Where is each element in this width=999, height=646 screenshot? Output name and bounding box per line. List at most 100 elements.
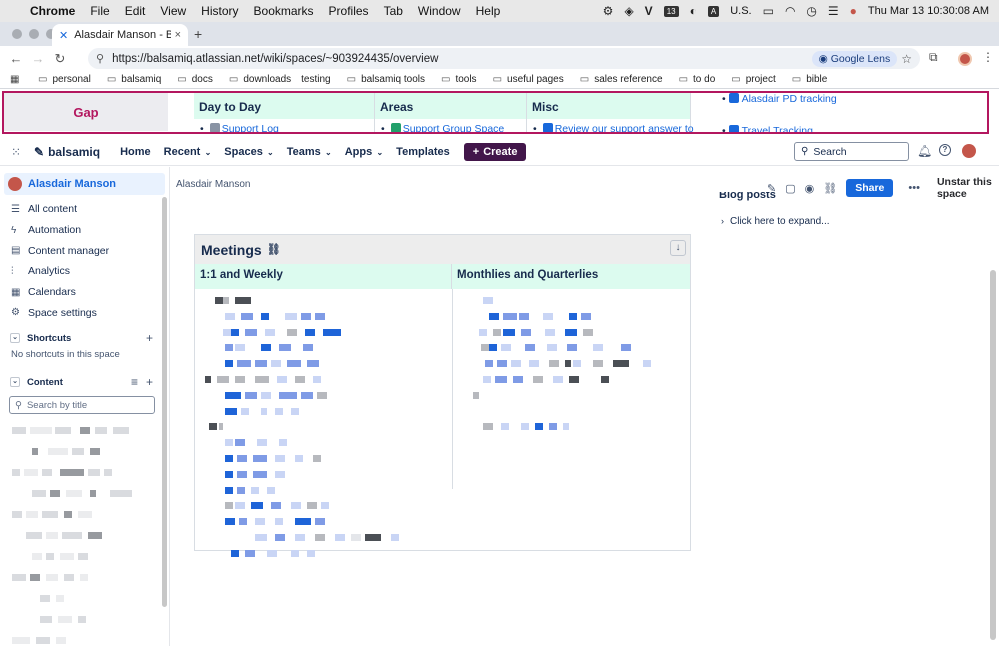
bookmark-star-icon[interactable]: ☆ <box>901 52 912 66</box>
breadcrumb[interactable]: Alasdair Manson <box>176 179 250 190</box>
share-button[interactable]: Share <box>846 179 894 197</box>
apps-grid-icon[interactable]: ▦ <box>10 74 22 85</box>
sidebar-item-2[interactable]: ▤ Content manager <box>0 240 169 261</box>
close-tab-icon[interactable]: × <box>175 29 181 41</box>
download-icon[interactable]: ↓ <box>670 240 686 256</box>
global-search-input[interactable]: ⚲ Search <box>794 142 909 161</box>
gear-icon[interactable]: ⚙ <box>603 4 614 18</box>
bookmark-7[interactable]: ▭ useful pages <box>493 74 564 85</box>
topnav-item-3[interactable]: Teams ⌄ <box>287 146 332 158</box>
menu-edit[interactable]: Edit <box>125 4 146 18</box>
menu-app-name[interactable]: Chrome <box>30 4 75 18</box>
control-center-icon[interactable]: ☰ <box>828 4 839 18</box>
close-window-button[interactable] <box>12 29 22 39</box>
battery-icon[interactable]: ▭ <box>763 4 774 18</box>
content-tree-item[interactable] <box>0 567 169 588</box>
add-content-icon[interactable]: + <box>146 375 153 389</box>
content-section-header[interactable]: ⌄ Content ≡ + <box>0 374 169 390</box>
help-icon[interactable]: ? <box>939 144 951 156</box>
time-machine-icon[interactable]: ◷ <box>806 4 816 18</box>
add-shortcut-icon[interactable]: + <box>146 331 153 345</box>
space-header[interactable]: Alasdair Manson <box>4 173 165 195</box>
wifi-icon[interactable]: ◠ <box>785 4 795 18</box>
menu-help[interactable]: Help <box>476 4 501 18</box>
sidebar-item-5[interactable]: ⚙ Space settings <box>0 302 169 323</box>
sidebar-item-1[interactable]: ϟ Automation <box>0 220 169 241</box>
topnav-item-1[interactable]: Recent ⌄ <box>164 146 212 158</box>
menubar-clock[interactable]: Thu Mar 13 10:30:08 AM <box>868 5 989 17</box>
google-lens-button[interactable]: ◉ Google Lens <box>811 50 898 67</box>
bookmark-2[interactable]: ▭ docs <box>177 74 213 85</box>
back-icon[interactable]: ← <box>5 51 27 66</box>
content-tree-item[interactable] <box>0 462 169 483</box>
content-search-input[interactable]: ⚲ Search by title <box>9 396 155 415</box>
bookmark-10[interactable]: ▭ project <box>731 74 775 85</box>
content-tree-item[interactable] <box>0 420 169 441</box>
address-bar[interactable]: ⚲ https://balsamiq.atlassian.net/wiki/sp… <box>88 48 920 69</box>
menu-bookmarks[interactable]: Bookmarks <box>254 4 314 18</box>
brand-logo[interactable]: ✎ balsamiq <box>34 145 100 159</box>
menu-view[interactable]: View <box>160 4 186 18</box>
app-switcher-icon[interactable]: ⁙ <box>11 145 25 159</box>
extensions-icon[interactable]: ⧉ <box>929 50 938 65</box>
bookmark-3[interactable]: ▭ downloads <box>229 74 291 85</box>
bookmark-5[interactable]: ▭ balsamiq tools <box>347 74 425 85</box>
chevron-down-icon[interactable]: ⌄ <box>10 333 20 344</box>
filter-icon[interactable]: ≡ <box>131 375 138 389</box>
more-actions-icon[interactable]: ••• <box>908 182 920 194</box>
comment-icon[interactable]: ▢ <box>785 182 795 195</box>
v-icon[interactable]: V <box>645 4 653 18</box>
profile-avatar[interactable] <box>958 52 972 66</box>
menu-history[interactable]: History <box>201 4 238 18</box>
bookmark-9[interactable]: ▭ to do <box>679 74 716 85</box>
bookmark-11[interactable]: ▭ bible <box>792 74 828 85</box>
dropbox-icon[interactable]: ◈ <box>624 4 633 18</box>
forward-icon[interactable]: → <box>27 51 49 66</box>
url-text[interactable]: https://balsamiq.atlassian.net/wiki/spac… <box>112 53 438 65</box>
bookmark-6[interactable]: ▭ tools <box>441 74 477 85</box>
menu-tab[interactable]: Tab <box>384 4 403 18</box>
input-source-icon[interactable]: A <box>707 5 720 17</box>
site-info-icon[interactable]: ⚲ <box>96 52 104 65</box>
content-tree-item[interactable] <box>0 546 169 567</box>
unstar-space-button[interactable]: Unstar this space <box>937 176 999 200</box>
browser-tab-active[interactable]: ✕ Alasdair Manson - Balsamiq × <box>52 24 188 46</box>
bookmark-0[interactable]: ▭ personal <box>38 74 91 85</box>
notifications-bell-icon[interactable]: 🔔︎ <box>917 144 932 158</box>
menu-profiles[interactable]: Profiles <box>329 4 369 18</box>
sidebar-item-4[interactable]: ▦ Calendars <box>0 282 169 303</box>
sidebar-item-0[interactable]: ☰ All content <box>0 199 169 220</box>
expand-toggle[interactable]: › Click here to expand... <box>721 216 830 227</box>
new-tab-icon[interactable]: + <box>194 26 202 42</box>
user-avatar[interactable] <box>962 144 976 158</box>
minimize-window-button[interactable] <box>29 29 39 39</box>
content-tree-item[interactable] <box>0 630 169 646</box>
sidebar-scrollbar[interactable] <box>162 197 167 607</box>
copy-link-icon[interactable]: ⛓ <box>823 182 837 195</box>
topnav-item-4[interactable]: Apps ⌄ <box>345 146 383 158</box>
content-tree-item[interactable] <box>0 588 169 609</box>
topnav-item-5[interactable]: Templates <box>396 146 450 158</box>
ear-icon[interactable]: ◐ <box>690 4 697 18</box>
content-tree-item[interactable] <box>0 483 169 504</box>
create-button[interactable]: + Create <box>463 142 527 161</box>
user-icon[interactable]: ● <box>850 4 857 18</box>
content-tree-item[interactable] <box>0 504 169 525</box>
menu-file[interactable]: File <box>90 4 109 18</box>
calendar-badge[interactable]: 13 <box>663 5 679 17</box>
menu-window[interactable]: Window <box>418 4 461 18</box>
main-scrollbar[interactable] <box>990 270 996 640</box>
topnav-item-2[interactable]: Spaces ⌄ <box>224 146 273 158</box>
shortcuts-section-header[interactable]: ⌄ Shortcuts + <box>0 330 169 346</box>
link-icon[interactable]: ⛓ <box>267 243 281 256</box>
watch-eye-icon[interactable]: ◉ <box>805 182 815 195</box>
sidebar-item-3[interactable]: ⫶ Analytics <box>0 261 169 282</box>
content-tree-item[interactable] <box>0 441 169 462</box>
more-menu-icon[interactable]: ⋮ <box>982 50 994 64</box>
bookmark-4[interactable]: testing <box>301 74 330 85</box>
reload-icon[interactable]: ↻ <box>49 51 71 67</box>
content-tree-item[interactable] <box>0 609 169 630</box>
content-tree-item[interactable] <box>0 525 169 546</box>
input-source-label[interactable]: U.S. <box>730 5 751 17</box>
topnav-item-0[interactable]: Home <box>120 146 151 158</box>
